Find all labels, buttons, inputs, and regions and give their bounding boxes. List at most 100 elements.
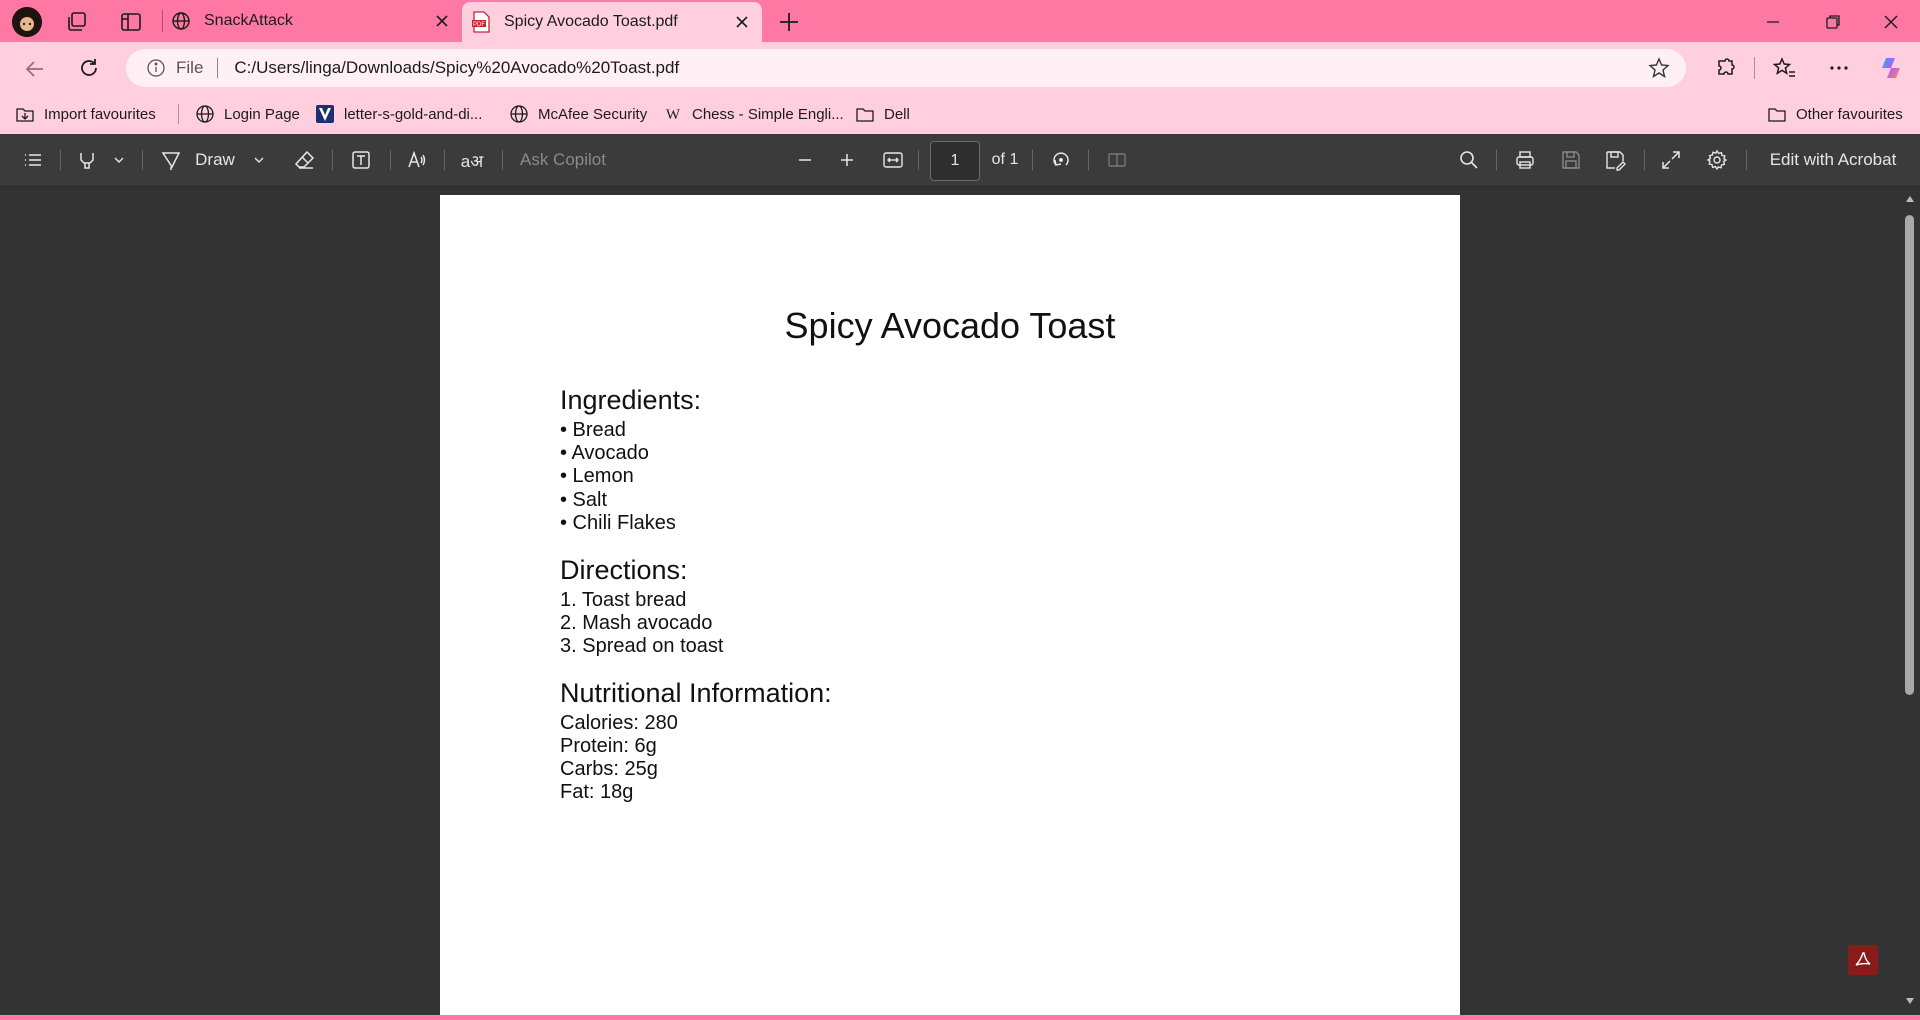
tab-divider (162, 10, 163, 32)
navigation-bar: File C:/Users/linga/Downloads/Spicy%20Av… (0, 42, 1920, 94)
settings-gear-icon[interactable] (1702, 134, 1732, 186)
tab-spicy-avocado-toast-pdf[interactable]: PDF Spicy Avocado Toast.pdf (462, 2, 762, 42)
fav-dell-folder[interactable]: Dell (854, 94, 910, 134)
svg-text:PDF: PDF (473, 22, 485, 28)
nutrition-item: Protein: 6g (560, 735, 657, 757)
globe-icon (170, 10, 192, 32)
ingredient-item: • Lemon (560, 465, 634, 487)
nutrition-heading: Nutritional Information: (560, 678, 832, 708)
workspaces-icon[interactable] (64, 9, 90, 35)
extensions-icon[interactable] (1712, 55, 1738, 81)
directions-heading: Directions: (560, 555, 688, 585)
eraser-icon[interactable] (290, 134, 320, 186)
folder-icon (1766, 103, 1788, 125)
nutrition-item: Carbs: 25g (560, 758, 658, 780)
scroll-up-icon[interactable] (1905, 195, 1915, 203)
minimize-button[interactable] (1760, 9, 1786, 35)
address-bar[interactable]: File C:/Users/linga/Downloads/Spicy%20Av… (126, 49, 1686, 87)
scrollbar-thumb[interactable] (1905, 215, 1914, 695)
direction-step: 1. Toast bread (560, 589, 687, 611)
other-favourites[interactable]: Other favourites (1766, 94, 1903, 134)
save-icon[interactable] (1556, 134, 1586, 186)
save-as-icon[interactable] (1600, 134, 1630, 186)
close-window-button[interactable] (1878, 9, 1904, 35)
toolbar-divider (1746, 150, 1747, 170)
nutrition-item: Fat: 18g (560, 781, 634, 803)
chevron-down-icon[interactable] (108, 134, 130, 186)
refresh-button[interactable] (76, 55, 102, 81)
info-icon[interactable] (146, 58, 166, 78)
chevron-down-icon[interactable] (248, 134, 270, 186)
toolbar-divider (332, 150, 333, 170)
ingredient-item: • Avocado (560, 442, 649, 464)
tab-strip: SnackAttack PDF Spicy Avocado Toast.pdf (0, 0, 1920, 42)
zoom-out-icon[interactable] (790, 134, 820, 186)
more-menu-icon[interactable] (1826, 55, 1852, 81)
tab-snackattack[interactable]: SnackAttack (170, 0, 462, 42)
page-total-label: of 1 (991, 151, 1019, 168)
ask-copilot-button[interactable]: Ask Copilot (520, 134, 630, 186)
ingredients-heading: Ingredients: (560, 385, 702, 415)
toolbar-divider (918, 150, 919, 170)
star-icon[interactable] (1648, 57, 1670, 79)
url-text[interactable]: C:/Users/linga/Downloads/Spicy%20Avocado… (234, 58, 679, 78)
print-icon[interactable] (1510, 134, 1540, 186)
vertical-tabs-icon[interactable] (118, 9, 144, 35)
globe-icon (508, 103, 530, 125)
pdf-toolbar: Draw aअ Ask Copilot 1 of 1 Edit with Acr… (0, 134, 1920, 187)
address-separator (217, 58, 219, 78)
favorites-icon[interactable] (1772, 55, 1798, 81)
page-number-input[interactable]: 1 (930, 141, 980, 181)
direction-step: 2. Mash avocado (560, 612, 713, 634)
scroll-down-icon[interactable] (1905, 997, 1915, 1005)
direction-step: 3. Spread on toast (560, 635, 724, 657)
rotate-icon[interactable] (1046, 134, 1076, 186)
search-icon[interactable] (1454, 134, 1484, 186)
pdf-file-icon: PDF (470, 11, 492, 33)
tab-title: SnackAttack (204, 12, 293, 29)
file-label: File (176, 58, 204, 77)
close-icon[interactable] (430, 9, 454, 33)
zoom-in-icon[interactable] (832, 134, 862, 186)
fav-label: Chess - Simple Engli... (692, 105, 844, 123)
fav-login-page[interactable]: Login Page (194, 94, 300, 134)
toolbar-divider (1032, 150, 1033, 170)
vertical-scrollbar[interactable] (1900, 187, 1920, 1020)
fav-import-favourites[interactable]: Import favourites (14, 94, 156, 134)
edit-with-acrobat-button[interactable]: Edit with Acrobat (1758, 134, 1908, 186)
wikipedia-icon: W (662, 103, 684, 125)
pdf-page: Spicy Avocado Toast Ingredients: • Bread… (440, 195, 1460, 1020)
toolbar-divider (60, 150, 61, 170)
fav-letter-s-gold[interactable]: letter-s-gold-and-di... (314, 94, 482, 134)
fav-divider (178, 104, 179, 124)
draw-button[interactable]: Draw (190, 134, 240, 186)
fullscreen-icon[interactable] (1656, 134, 1686, 186)
fav-mcafee-security[interactable]: McAfee Security (508, 94, 647, 134)
ingredient-item: • Bread (560, 419, 626, 441)
copilot-icon[interactable] (1878, 54, 1906, 82)
toolbar-divider (444, 150, 445, 170)
new-tab-button[interactable] (776, 9, 802, 35)
text-box-icon[interactable] (346, 134, 376, 186)
toolbar-divider (1088, 150, 1089, 170)
fit-width-icon[interactable] (878, 134, 908, 186)
close-icon[interactable] (730, 10, 754, 34)
ingredient-item: • Salt (560, 489, 608, 511)
v-logo-icon (314, 103, 336, 125)
translate-icon[interactable]: aअ (456, 134, 488, 186)
contents-icon[interactable] (18, 134, 48, 186)
restore-button[interactable] (1820, 9, 1846, 35)
tab-title: Spicy Avocado Toast.pdf (504, 13, 678, 30)
acrobat-logo-icon[interactable] (1848, 945, 1878, 975)
back-button[interactable] (22, 56, 48, 82)
draw-icon[interactable] (156, 134, 186, 186)
nutrition-item: Calories: 280 (560, 712, 678, 734)
highlight-icon[interactable] (72, 134, 102, 186)
ingredient-item: • Chili Flakes (560, 512, 676, 534)
toolbar-divider (1496, 150, 1497, 170)
fav-chess-simple-english[interactable]: W Chess - Simple Engli... (662, 94, 844, 134)
fav-label: McAfee Security (538, 105, 648, 123)
profile-avatar[interactable] (12, 7, 42, 37)
page-view-icon[interactable] (1102, 134, 1132, 186)
read-aloud-icon[interactable] (402, 134, 432, 186)
